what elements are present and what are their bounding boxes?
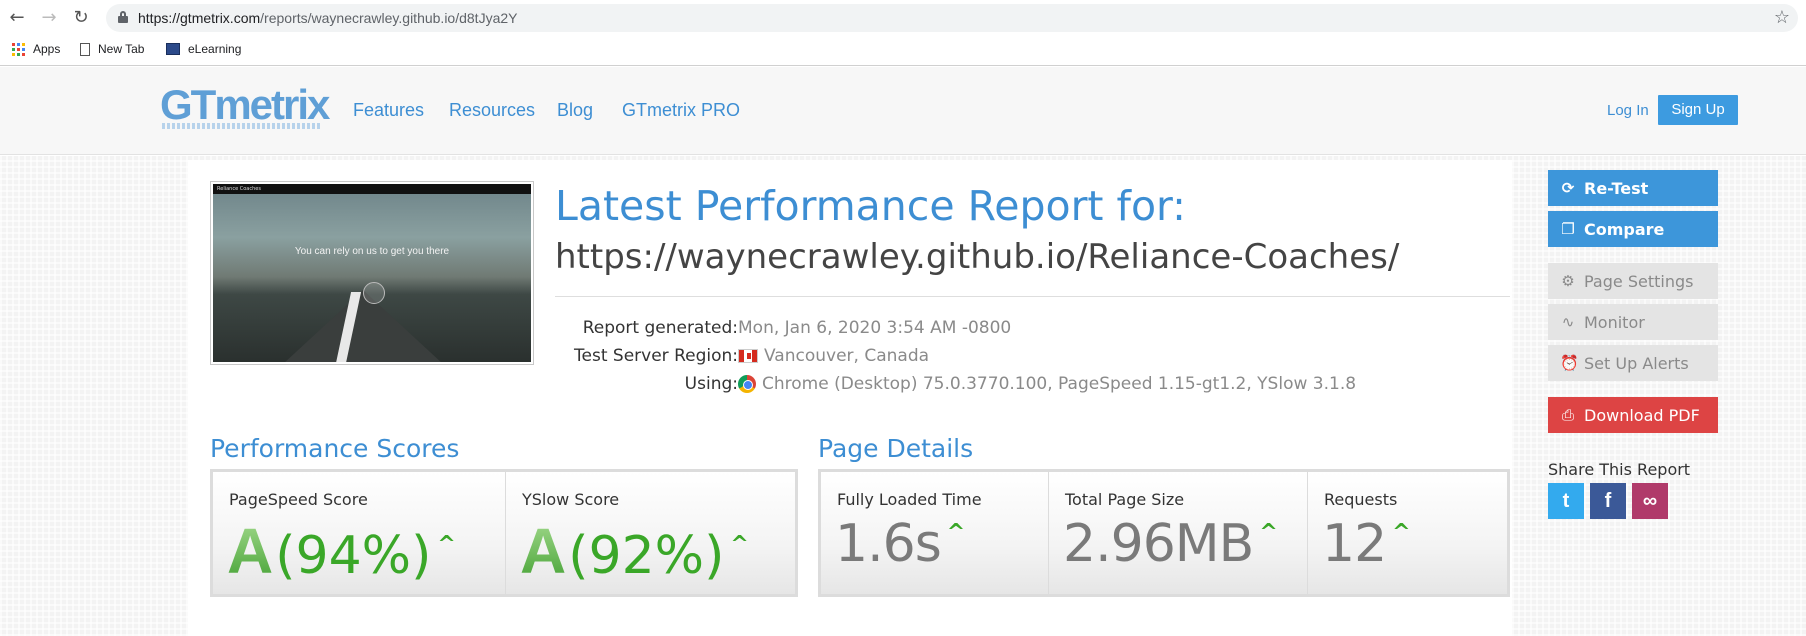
score-percent: (92%) <box>568 526 725 586</box>
pulse-icon: ∿ <box>1561 313 1575 331</box>
reload-icon[interactable]: ↻ <box>70 7 92 29</box>
alerts-label: Set Up Alerts <box>1584 353 1689 373</box>
meta-value: Chrome (Desktop) 75.0.3770.100, PageSpee… <box>762 374 1357 394</box>
retest-button[interactable]: ⟳ Re-Test <box>1548 170 1718 206</box>
thumb-tagline: You can rely on us to get you there <box>294 246 450 257</box>
fully-loaded-time-cell: Fully Loaded Time 1.6s ^ <box>821 472 1049 594</box>
meta-value: Mon, Jan 6, 2020 3:54 AM -0800 <box>738 318 1012 338</box>
detail-value: 1.6s <box>835 514 942 574</box>
meta-using: Using: Chrome (Desktop) 75.0.3770.100, P… <box>520 374 1500 398</box>
bookmark-new-tab[interactable]: New Tab <box>80 42 144 56</box>
nav-resources[interactable]: Resources <box>449 100 535 121</box>
thumb-site-name: Reliance Coaches <box>213 184 531 194</box>
detail-value: 2.96MB <box>1063 514 1254 574</box>
link-icon: ∞ <box>1642 490 1658 512</box>
bookmarks-bar: Apps New Tab eLearning <box>0 36 1806 66</box>
up-arrow-icon: ^ <box>946 520 966 545</box>
twitter-share-button[interactable]: t <box>1548 483 1584 519</box>
nav-features[interactable]: Features <box>353 100 424 121</box>
up-arrow-icon: ^ <box>730 532 749 557</box>
logo-decoration <box>162 123 322 129</box>
chrome-icon <box>738 375 756 393</box>
score-percent: (94%) <box>275 526 432 586</box>
page-details-title: Page Details <box>818 434 974 463</box>
meta-label: Using: <box>684 374 738 394</box>
detail-value: 12 <box>1322 514 1387 574</box>
twitter-icon: t <box>1562 490 1570 512</box>
meta-report-generated: Report generated: Mon, Jan 6, 2020 3:54 … <box>520 318 1500 342</box>
copy-icon: ❐ <box>1561 220 1575 238</box>
pagespeed-score-cell: PageSpeed Score A (94%) ^ <box>213 472 506 594</box>
site-screenshot-thumbnail: Reliance Coaches You can rely on us to g… <box>210 181 534 365</box>
download-pdf-button[interactable]: ⎙ Download PDF <box>1548 397 1718 433</box>
page-settings-button[interactable]: ⚙ Page Settings <box>1548 263 1718 299</box>
refresh-icon: ⟳ <box>1561 179 1575 197</box>
pdf-icon: ⎙ <box>1561 406 1574 424</box>
gtmetrix-logo[interactable]: GTmetrix <box>160 81 330 129</box>
compare-button[interactable]: ❐ Compare <box>1548 211 1718 247</box>
address-bar[interactable]: https://gtmetrix.com/reports/waynecrawle… <box>106 4 1798 32</box>
alarm-clock-icon: ⏰ <box>1560 354 1579 372</box>
up-arrow-icon: ^ <box>1392 520 1411 545</box>
score-grade: A <box>520 515 567 587</box>
nav-blog[interactable]: Blog <box>557 100 593 121</box>
monitor-label: Monitor <box>1584 312 1645 332</box>
score-label: PageSpeed Score <box>229 490 368 509</box>
yslow-score-cell: YSlow Score A (92%) ^ <box>506 472 795 594</box>
elearning-icon <box>166 43 180 55</box>
monitor-button[interactable]: ∿ Monitor <box>1548 304 1718 340</box>
url-domain: https://gtmetrix.com <box>138 10 261 26</box>
total-page-size-cell: Total Page Size 2.96MB ^ <box>1049 472 1308 594</box>
bookmark-label: eLearning <box>188 42 242 56</box>
score-label: YSlow Score <box>522 490 620 509</box>
share-report-title: Share This Report <box>1548 460 1691 479</box>
bookmark-label: New Tab <box>98 42 145 56</box>
performance-scores-box: PageSpeed Score A (94%) ^ YSlow Score A … <box>210 469 798 597</box>
performance-scores-title: Performance Scores <box>210 434 460 463</box>
site-header: GTmetrix Features Resources Blog GTmetri… <box>0 67 1806 155</box>
download-label: Download PDF <box>1584 405 1700 425</box>
forward-arrow-icon[interactable]: → <box>38 7 60 29</box>
retest-label: Re-Test <box>1584 178 1649 198</box>
divider <box>555 296 1510 297</box>
back-arrow-icon[interactable]: ← <box>6 7 28 29</box>
requests-cell: Requests 12 ^ <box>1308 472 1507 594</box>
url-path: /reports/waynecrawley.github.io/d8tJya2Y <box>260 10 518 26</box>
bookmark-star-icon[interactable]: ☆ <box>1774 7 1790 28</box>
meta-server-region: Test Server Region: Vancouver, Canada <box>520 346 1500 370</box>
apps-grid-icon <box>12 42 25 56</box>
bookmark-elearning[interactable]: eLearning <box>166 42 241 56</box>
gear-icon: ⚙ <box>1561 272 1575 290</box>
meta-value: Vancouver, Canada <box>764 346 930 366</box>
detail-label: Fully Loaded Time <box>837 490 982 509</box>
facebook-icon: f <box>1604 490 1612 512</box>
meta-label: Test Server Region: <box>574 346 738 366</box>
detail-label: Requests <box>1324 490 1398 509</box>
signup-button[interactable]: Sign Up <box>1658 95 1738 125</box>
compare-label: Compare <box>1584 219 1665 239</box>
link-share-button[interactable]: ∞ <box>1632 483 1668 519</box>
facebook-share-button[interactable]: f <box>1590 483 1626 519</box>
set-up-alerts-button[interactable]: ⏰ Set Up Alerts <box>1548 345 1718 381</box>
up-arrow-icon: ^ <box>1259 520 1278 545</box>
up-arrow-icon: ^ <box>437 532 456 557</box>
meta-label: Report generated: <box>582 318 738 338</box>
report-title: Latest Performance Report for: <box>555 182 1186 230</box>
lock-icon <box>118 11 128 23</box>
score-grade: A <box>227 515 274 587</box>
report-url: https://waynecrawley.github.io/Reliance-… <box>555 237 1400 277</box>
page-settings-label: Page Settings <box>1584 271 1694 291</box>
canada-flag-icon <box>738 349 758 363</box>
bookmark-apps[interactable]: Apps <box>12 42 60 56</box>
browser-toolbar: ← → ↻ https://gtmetrix.com/reports/wayne… <box>0 0 1806 36</box>
url-text[interactable]: https://gtmetrix.com/reports/waynecrawle… <box>138 10 517 26</box>
page-details-box: Fully Loaded Time 1.6s ^ Total Page Size… <box>818 469 1510 597</box>
detail-label: Total Page Size <box>1065 490 1185 509</box>
bookmark-label: Apps <box>33 42 61 56</box>
nav-gtmetrix-pro[interactable]: GTmetrix PRO <box>622 100 740 121</box>
login-link[interactable]: Log In <box>1607 102 1649 119</box>
page-icon <box>80 42 90 56</box>
